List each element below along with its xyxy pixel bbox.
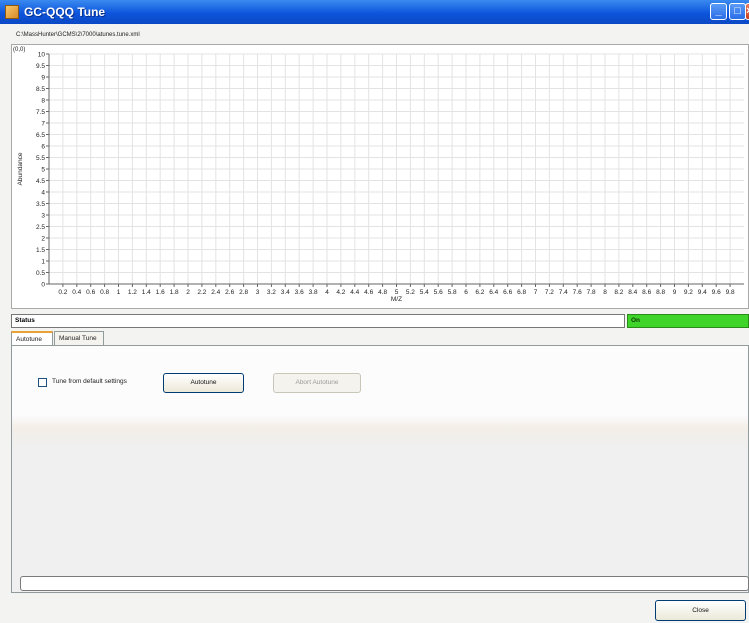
x-tick-label: 7.4 <box>559 289 568 296</box>
tab-autotune[interactable]: Autotune <box>11 331 53 346</box>
y-tick-label: 3 <box>41 213 45 220</box>
x-tick-label: 4.2 <box>336 289 345 296</box>
y-tick-label: 8 <box>41 98 45 105</box>
x-tick-label: 1.8 <box>170 289 179 296</box>
x-tick-label: 9 <box>673 289 677 296</box>
progress-bar <box>20 576 749 591</box>
y-tick-label: 9.5 <box>36 63 45 70</box>
x-tick-label: 1.6 <box>156 289 165 296</box>
x-tick-label: 8.8 <box>656 289 665 296</box>
x-tick-label: 3.8 <box>309 289 318 296</box>
x-tick-label: 7.6 <box>573 289 582 296</box>
x-tick-label: 1 <box>117 289 121 296</box>
y-tick-label: 1.5 <box>36 247 45 254</box>
file-path: C:\MassHunter\GCMS\2\7000\atunes.tune.xm… <box>16 32 140 38</box>
x-tick-label: 2.2 <box>197 289 206 296</box>
x-tick-label: 3.2 <box>267 289 276 296</box>
abort-autotune-button[interactable]: Abort Autotune <box>273 373 361 393</box>
x-tick-label: 1.4 <box>142 289 151 296</box>
y-tick-label: 5 <box>41 167 45 174</box>
x-tick-label: 4.6 <box>364 289 373 296</box>
x-tick-label: 0.6 <box>86 289 95 296</box>
x-tick-label: 4 <box>325 289 329 296</box>
minimize-icon[interactable]: _ <box>710 3 727 20</box>
x-tick-label: 8 <box>603 289 607 296</box>
x-tick-label: 9.4 <box>698 289 707 296</box>
status-value: On <box>627 314 749 328</box>
y-tick-label: 4.5 <box>36 178 45 185</box>
x-tick-label: 3.4 <box>281 289 290 296</box>
x-tick-label: 4.8 <box>378 289 387 296</box>
maximize-icon[interactable]: □ <box>729 3 746 20</box>
window-title: GC-QQQ Tune <box>24 5 106 19</box>
y-tick-label: 8.5 <box>36 86 45 93</box>
x-tick-label: 9.6 <box>712 289 721 296</box>
autotune-button[interactable]: Autotune <box>163 373 244 393</box>
x-tick-label: 2 <box>186 289 190 296</box>
y-tick-label: 6.5 <box>36 132 45 139</box>
tune-default-label: Tune from default settings <box>52 378 127 385</box>
y-tick-label: 2 <box>41 236 45 243</box>
x-tick-label: 3.6 <box>295 289 304 296</box>
x-tick-label: 0.4 <box>72 289 81 296</box>
y-tick-label: 7.5 <box>36 109 45 116</box>
x-tick-label: 5.6 <box>434 289 443 296</box>
panel-band <box>12 416 748 446</box>
x-tick-label: 3 <box>256 289 260 296</box>
x-tick-label: 2.6 <box>225 289 234 296</box>
app-icon <box>5 5 19 19</box>
x-tick-label: 7.8 <box>587 289 596 296</box>
y-tick-label: 7 <box>41 121 45 128</box>
y-tick-label: 5.5 <box>36 155 45 162</box>
x-tick-label: 5.8 <box>448 289 457 296</box>
x-tick-label: 0.2 <box>58 289 67 296</box>
x-tick-label: 8.4 <box>628 289 637 296</box>
x-tick-label: 8.6 <box>642 289 651 296</box>
y-tick-label: 10 <box>38 52 46 59</box>
x-tick-label: 6.4 <box>489 289 498 296</box>
x-tick-label: 7.2 <box>545 289 554 296</box>
x-tick-label: 7 <box>534 289 538 296</box>
tab-manual-tune[interactable]: Manual Tune <box>54 331 104 345</box>
x-tick-label: 2.8 <box>239 289 248 296</box>
x-tick-label: 8.2 <box>614 289 623 296</box>
x-tick-label: 6.8 <box>517 289 526 296</box>
x-tick-label: 9.8 <box>726 289 735 296</box>
x-axis-label: M/Z <box>391 296 402 303</box>
y-tick-label: 0.5 <box>36 270 45 277</box>
x-tick-label: 9.2 <box>684 289 693 296</box>
y-tick-label: 1 <box>41 259 45 266</box>
x-tick-label: 5 <box>395 289 399 296</box>
spectrum-plot[interactable]: 0 0.5 1 1.5 2 2.5 3 3.5 4 4.5 5 5.5 6 6.5 7 7.5 8 8.5 9 9.5… <box>11 44 749 309</box>
x-tick-label: 5.4 <box>420 289 429 296</box>
y-tick-label: 2.5 <box>36 224 45 231</box>
x-tick-label: 2.4 <box>211 289 220 296</box>
x-tick-label: 5.2 <box>406 289 415 296</box>
status-label: Status <box>11 314 625 328</box>
x-tick-label: 0.8 <box>100 289 109 296</box>
tune-default-checkbox[interactable] <box>38 378 47 387</box>
x-tick-label: 1.2 <box>128 289 137 296</box>
close-icon[interactable]: × <box>745 3 749 20</box>
x-tick-label: 4.4 <box>350 289 359 296</box>
y-tick-label: 9 <box>41 75 45 82</box>
y-tick-label: 3.5 <box>36 201 45 208</box>
title-bar[interactable]: GC-QQQ Tune _ □ × <box>0 0 749 24</box>
y-tick-label: 0 <box>41 282 45 289</box>
close-button[interactable]: Close <box>655 600 746 621</box>
x-tick-label: 6.2 <box>475 289 484 296</box>
y-tick-label: 6 <box>41 144 45 151</box>
y-tick-label: 4 <box>41 190 45 197</box>
x-tick-label: 6 <box>464 289 468 296</box>
y-axis-label: Abundance <box>17 152 24 185</box>
x-tick-label: 6.6 <box>503 289 512 296</box>
origin-label: (0,0) <box>13 47 25 53</box>
